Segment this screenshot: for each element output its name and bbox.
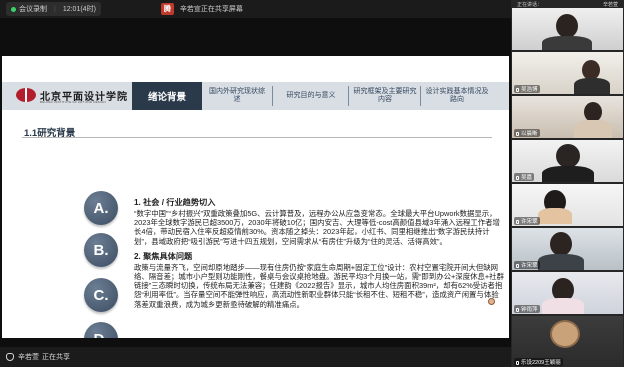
heading-trend: 1. 社会 / 行业趋势切入	[134, 198, 216, 207]
tab-intro-background: 绪论背景	[132, 82, 202, 110]
presenter-name: 辛若萱	[18, 354, 39, 361]
logo-emblem-icon	[16, 88, 36, 102]
participant-video	[582, 60, 600, 80]
bullet-c: C.	[84, 278, 118, 312]
tab-purpose-significance: 研究目的与意义	[286, 92, 336, 99]
participant-video-panel: 正在讲话： 辛若萱 吴浩博 以晨晰 吴嘉 许宋翠 许宋翠 钟雨萍 乐设2209王…	[511, 0, 624, 367]
participant-name: 许宋翠	[514, 217, 540, 225]
presenter-status: 正在共享	[42, 354, 70, 361]
mic-icon	[516, 308, 519, 312]
participant-name: 以晨晰	[514, 129, 540, 137]
mic-icon	[516, 264, 519, 268]
participant-name: 吴浩博	[514, 85, 540, 93]
bullet-b: B.	[84, 233, 118, 267]
participant-tile[interactable]	[512, 8, 623, 50]
speaking-indicator: 正在讲话： 辛若萱	[511, 0, 624, 8]
participant-tile[interactable]: 许宋翠	[512, 228, 623, 270]
meeting-bottom-bar: 辛若萱 正在共享	[0, 347, 511, 367]
logo-subtitle: BEIJING INSTITUTE OF ART AND DESIGN	[40, 100, 106, 104]
heading-problem: 2. 聚焦具体问题	[134, 251, 193, 261]
participant-video	[556, 14, 578, 38]
tab-literature-review: 国内外研究现状综述	[209, 88, 265, 103]
participant-tile[interactable]: 吴嘉	[512, 140, 623, 182]
microphone-icon[interactable]	[6, 353, 14, 361]
mic-icon	[516, 176, 519, 180]
bullet-a: A.	[84, 191, 118, 225]
recording-indicator[interactable]: 会议录制 | 12:01(4时)	[6, 2, 101, 16]
participant-tile[interactable]: 以晨晰	[512, 96, 623, 138]
participant-tile[interactable]: 乐设2209王颖丽	[512, 316, 623, 367]
bullet-d: D.	[84, 322, 118, 338]
meeting-title: 辛若宣正在共享屏幕	[179, 6, 243, 13]
participant-name: 吴嘉	[514, 173, 535, 181]
participant-name: 乐设2209王颖丽	[514, 358, 563, 366]
presentation-slide: 北京平面设计学院 BEIJING INSTITUTE OF ART AND DE…	[2, 56, 509, 338]
participant-name: 许宋翠	[514, 261, 540, 269]
time-info: 12:01(4时)	[62, 6, 96, 13]
participant-name: 钟雨萍	[514, 305, 540, 313]
speaking-name: 辛若萱	[602, 1, 618, 8]
recording-label: 会议录制	[19, 6, 47, 13]
mic-icon	[516, 220, 519, 224]
mic-icon	[516, 132, 519, 136]
participant-tile[interactable]: 吴浩博	[512, 52, 623, 94]
participant-video	[556, 144, 580, 168]
participant-tile[interactable]: 许宋翠	[512, 184, 623, 226]
participant-avatar	[550, 320, 580, 348]
participant-video	[584, 102, 602, 122]
paragraph-trend: “数字中国”“乡村振兴”双重政策叠加5G、云计算普及，远程办公从应急变常态。全球…	[134, 209, 500, 246]
tab-design-practice: 设计实践基本情况及路向	[425, 88, 489, 103]
meeting-title-area: 腾 辛若宣正在共享屏幕	[160, 3, 243, 15]
school-logo: 北京平面设计学院 BEIJING INSTITUTE OF ART AND DE…	[16, 84, 128, 106]
participant-video	[550, 232, 572, 256]
paragraph-problem: 政策与流量齐飞，空间却原地踏步——现有住房仍按“家庭生命周期+固定工位”设计：农…	[134, 262, 504, 309]
app-logo-icon: 腾	[160, 3, 174, 15]
section-divider	[22, 137, 492, 138]
shared-screen-area: 北京平面设计学院 BEIJING INSTITUTE OF ART AND DE…	[0, 18, 511, 347]
mic-icon	[516, 361, 519, 365]
mic-icon	[516, 88, 519, 92]
participant-tile[interactable]: 钟雨萍	[512, 272, 623, 314]
presenter-pointer-avatar	[488, 298, 495, 305]
tab-research-framework: 研究框架及主要研究内容	[353, 88, 417, 103]
recording-dot-icon	[11, 6, 16, 12]
speaking-label: 正在讲话：	[517, 1, 543, 8]
slide-body: 1. 社会 / 行业趋势切入 “数字中国”“乡村振兴”双重政策叠加5G、云计算普…	[134, 196, 504, 309]
